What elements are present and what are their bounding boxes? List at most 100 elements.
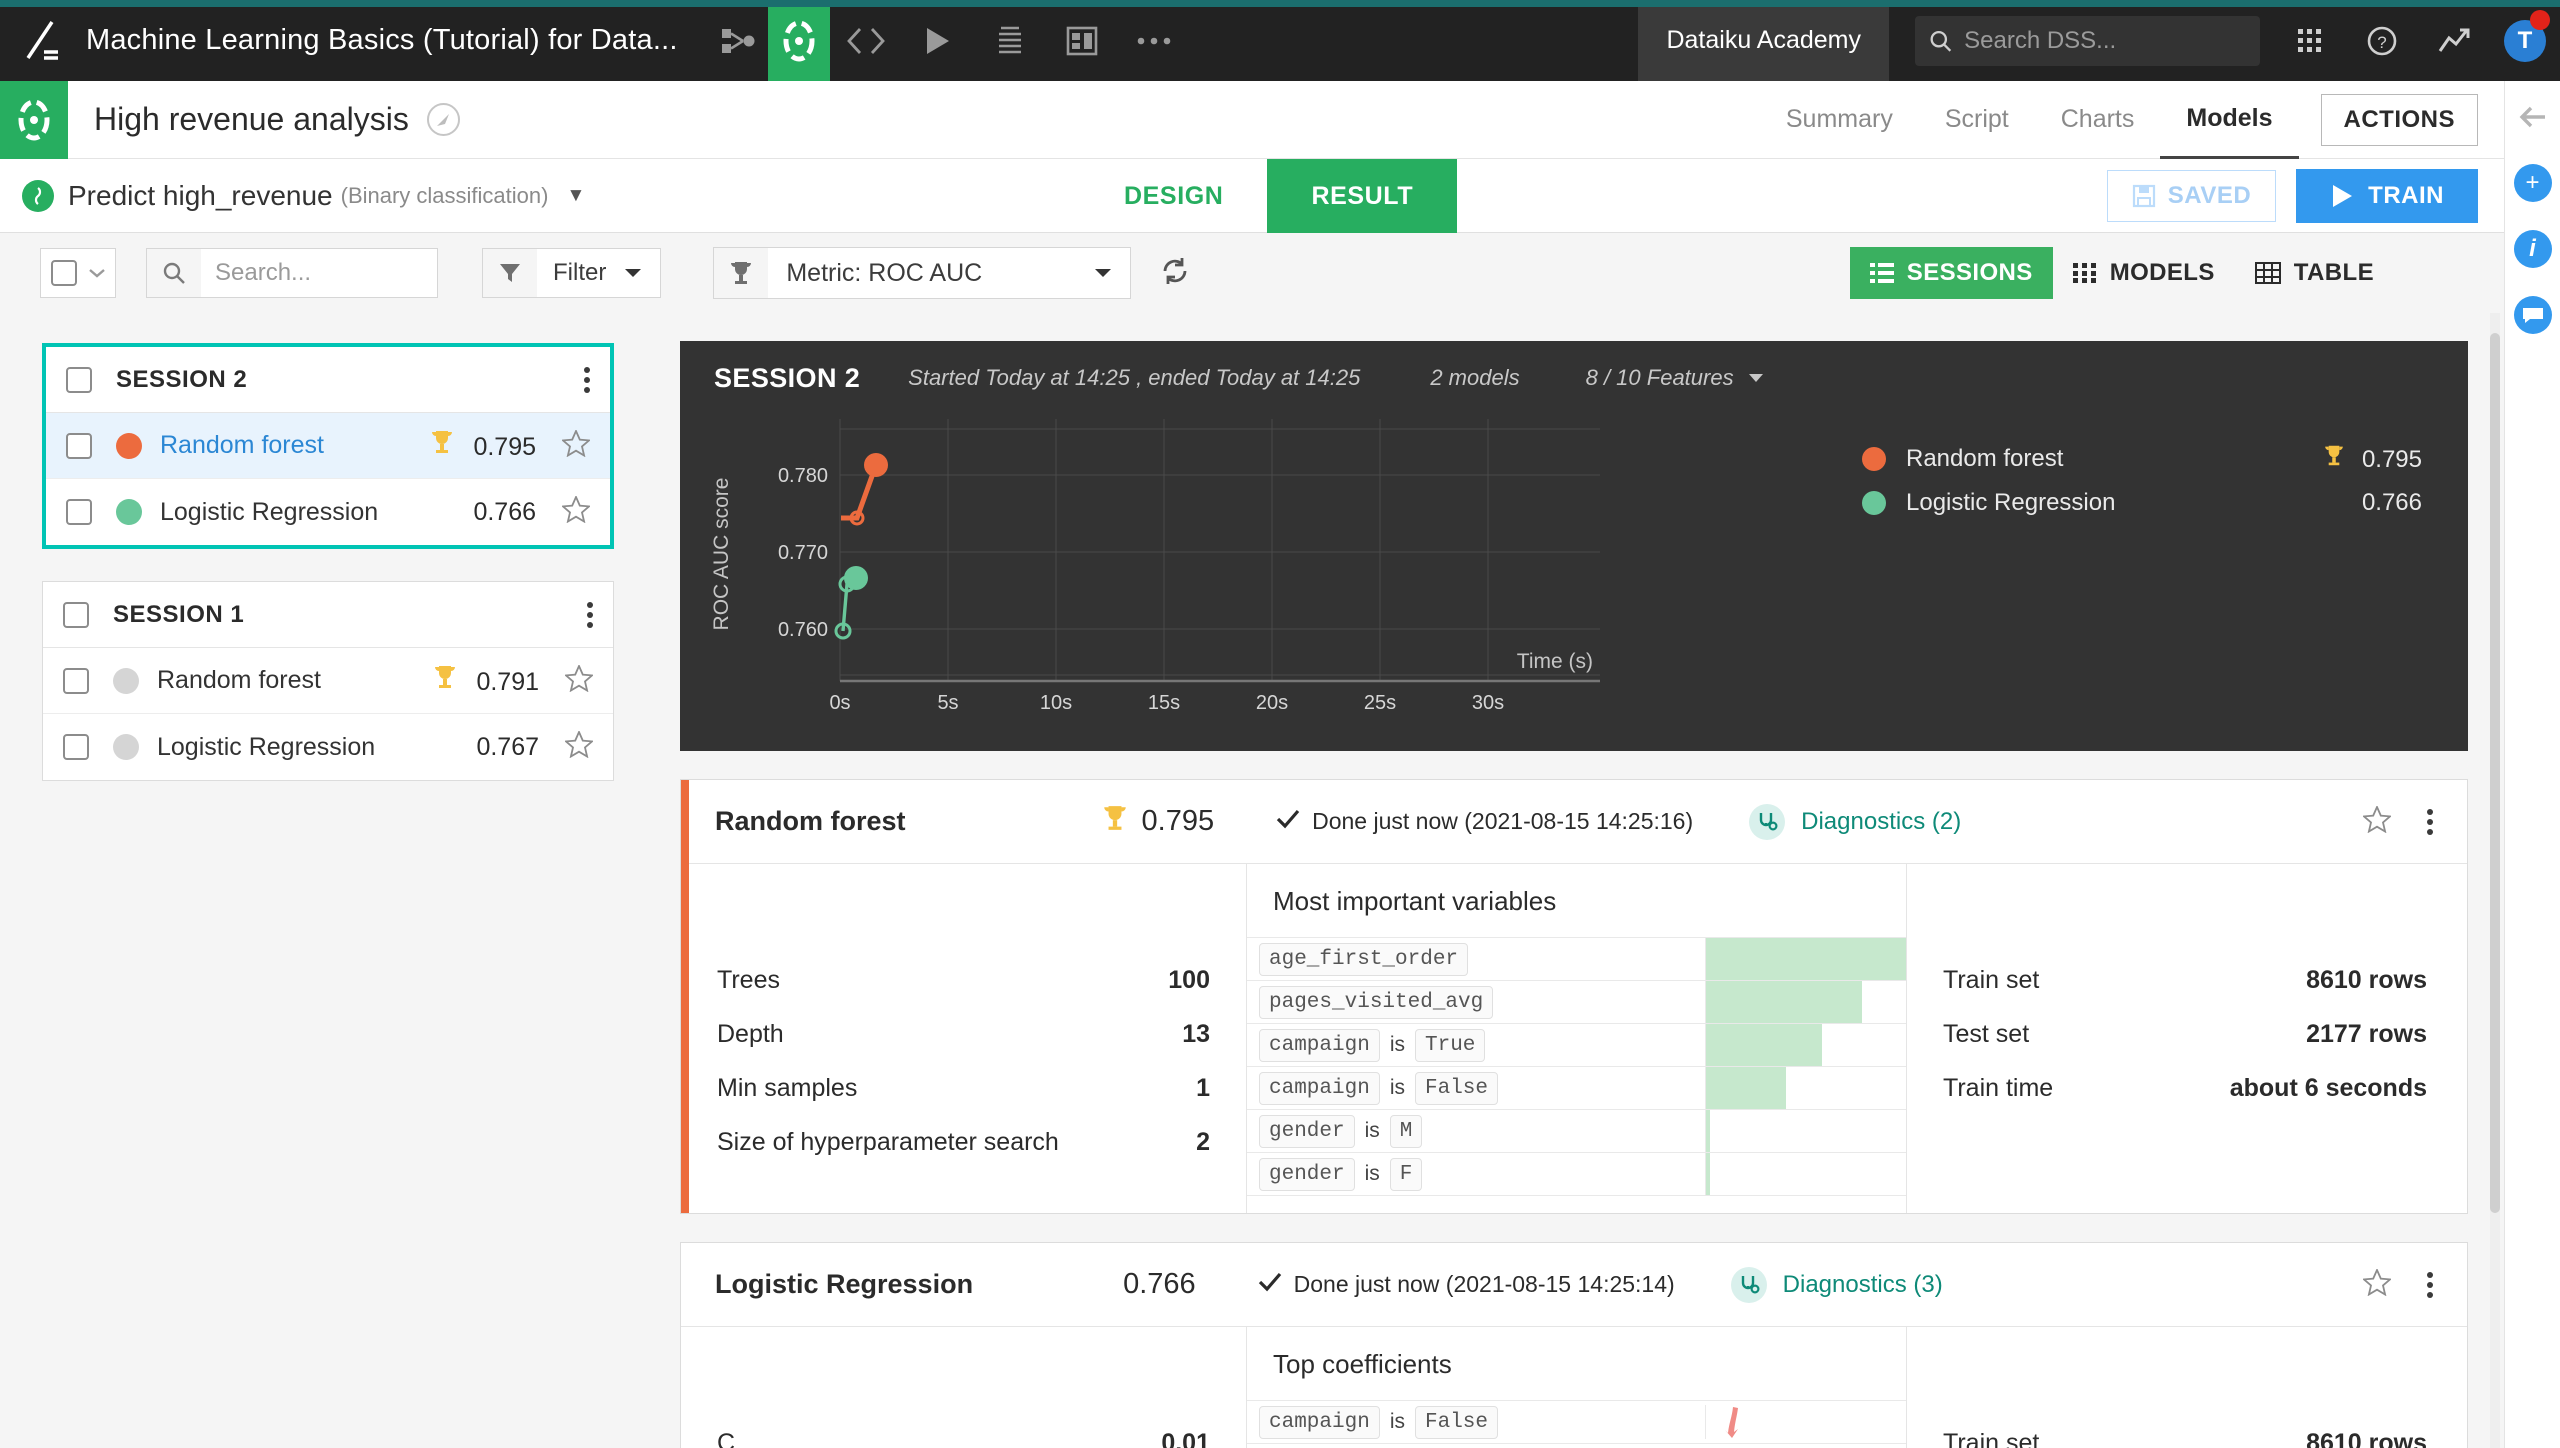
- project-name[interactable]: Machine Learning Basics (Tutorial) for D…: [86, 24, 678, 57]
- model-card-title[interactable]: Random forest: [715, 806, 906, 837]
- variable-bar-area: [1705, 1110, 1906, 1152]
- favorite-star-icon[interactable]: [563, 663, 595, 697]
- search-input[interactable]: [1964, 26, 2246, 55]
- train-button-label: TRAIN: [2368, 181, 2444, 209]
- tab-script[interactable]: Script: [1919, 81, 2035, 159]
- scrollbar-thumb[interactable]: [2490, 333, 2500, 1213]
- lab-icon[interactable]: [767, 0, 830, 81]
- coefficient-value-chip: False: [1415, 1405, 1499, 1439]
- legend-value: 0.795: [2323, 444, 2422, 474]
- model-card-menu-icon[interactable]: [2427, 1268, 2433, 1302]
- models-search-input[interactable]: [201, 259, 437, 287]
- arrow-down-icon: [1725, 1407, 1738, 1438]
- legend-item[interactable]: Random forest 0.795: [1862, 437, 2422, 481]
- variable-importance-column: Most important variables age_first_order…: [1247, 864, 1907, 1213]
- filter-dropdown[interactable]: Filter: [482, 248, 662, 298]
- more-icon[interactable]: [1118, 0, 1190, 81]
- model-score: 0.795: [430, 429, 536, 462]
- view-models-button[interactable]: MODELS: [2053, 247, 2235, 299]
- model-checkbox[interactable]: [63, 734, 89, 760]
- session-model-row[interactable]: Random forest 0.795: [46, 413, 610, 479]
- tab-models[interactable]: Models: [2160, 81, 2299, 159]
- legend-item[interactable]: Logistic Regression 0.766: [1862, 481, 2422, 525]
- diagnostics-link[interactable]: Diagnostics (3): [1730, 1266, 1943, 1303]
- dataiku-home-icon[interactable]: [6, 4, 78, 78]
- session-card[interactable]: SESSION 2 Random forest 0.795 Logistic R…: [42, 343, 614, 549]
- param-row: C 0.01: [717, 1423, 1210, 1448]
- model-name[interactable]: Logistic Regression: [157, 733, 375, 762]
- favorite-star-icon[interactable]: [563, 729, 595, 763]
- select-all-checkbox[interactable]: [51, 260, 77, 286]
- model-params-column: C 0.01 Penalty l2: [681, 1327, 1247, 1448]
- session-card[interactable]: SESSION 1 Random forest 0.791 Logistic R…: [42, 581, 614, 781]
- favorite-star-icon[interactable]: [560, 494, 592, 528]
- session-model-row[interactable]: Logistic Regression 0.767: [43, 714, 613, 780]
- metric-dropdown[interactable]: Metric: ROC AUC: [713, 247, 1132, 299]
- view-sessions-button[interactable]: SESSIONS: [1849, 247, 2053, 299]
- variable-field-chip: campaign: [1259, 1028, 1380, 1062]
- model-card-title[interactable]: Logistic Regression: [715, 1269, 973, 1300]
- diagnostics-link[interactable]: Diagnostics (2): [1749, 803, 1962, 840]
- svg-text:30s: 30s: [1472, 692, 1504, 714]
- dashboard-icon[interactable]: [1046, 0, 1118, 81]
- model-checkbox[interactable]: [63, 667, 89, 694]
- save-disk-icon: [2132, 184, 2155, 207]
- discussions-icon[interactable]: [2511, 293, 2555, 337]
- models-search[interactable]: [146, 248, 438, 298]
- variable-field-chip: age_first_order: [1259, 942, 1469, 976]
- tab-summary[interactable]: Summary: [1760, 81, 1919, 159]
- tab-charts[interactable]: Charts: [2035, 81, 2161, 159]
- legend-color-dot: [1862, 447, 1886, 471]
- variable-row: age_first_order: [1247, 937, 1906, 980]
- session-checkbox[interactable]: [66, 366, 92, 393]
- model-name[interactable]: Logistic Regression: [160, 498, 378, 527]
- academy-button[interactable]: Dataiku Academy: [1638, 0, 1889, 81]
- tab-result[interactable]: RESULT: [1267, 159, 1458, 233]
- jobs-icon[interactable]: [974, 0, 1046, 81]
- select-all-dropdown[interactable]: [40, 248, 116, 298]
- details-info-icon[interactable]: i: [2511, 227, 2555, 271]
- refresh-button[interactable]: [1159, 255, 1191, 292]
- session-model-row[interactable]: Logistic Regression 0.766: [46, 479, 610, 545]
- model-name[interactable]: Random forest: [157, 666, 321, 695]
- model-checkbox[interactable]: [66, 432, 92, 459]
- session-menu-icon[interactable]: [584, 363, 590, 397]
- flow-icon[interactable]: [710, 0, 768, 81]
- model-score: 0.791: [433, 664, 539, 697]
- tab-design[interactable]: DESIGN: [1080, 159, 1267, 233]
- svg-text:0.770: 0.770: [778, 542, 828, 564]
- add-item-icon[interactable]: +: [2511, 161, 2555, 205]
- model-name[interactable]: Random forest: [160, 431, 324, 460]
- session-menu-icon[interactable]: [587, 598, 593, 632]
- page-title: High revenue analysis: [94, 101, 409, 137]
- apps-grid-icon[interactable]: [2274, 0, 2346, 81]
- run-icon[interactable]: [902, 0, 974, 81]
- save-button[interactable]: SAVED: [2106, 169, 2277, 222]
- code-icon[interactable]: [830, 0, 902, 81]
- model-checkbox[interactable]: [66, 499, 92, 525]
- model-card-actions: [2361, 804, 2433, 839]
- train-button[interactable]: TRAIN: [2296, 168, 2478, 223]
- chevron-down-icon[interactable]: ▼: [566, 185, 585, 207]
- favorite-star-icon[interactable]: [2361, 1267, 2393, 1301]
- stat-value: 8610 rows: [2306, 1428, 2427, 1448]
- user-avatar[interactable]: T: [2490, 0, 2560, 81]
- collapse-left-icon[interactable]: [2511, 95, 2555, 139]
- global-search[interactable]: [1915, 15, 2260, 66]
- stethoscope-icon: [1730, 1266, 1767, 1303]
- view-table-button[interactable]: TABLE: [2235, 247, 2394, 299]
- session-checkbox[interactable]: [63, 601, 89, 628]
- model-card-menu-icon[interactable]: [2427, 805, 2433, 839]
- legend-label: Random forest: [1906, 445, 2064, 472]
- prediction-target-label[interactable]: Predict high_revenue: [68, 180, 333, 212]
- diagnostics-label: Diagnostics (2): [1801, 807, 1962, 835]
- session-model-row[interactable]: Random forest 0.791: [43, 648, 613, 714]
- help-icon[interactable]: ?: [2346, 0, 2418, 81]
- actions-button[interactable]: ACTIONS: [2320, 93, 2478, 146]
- activity-icon[interactable]: [2418, 0, 2490, 81]
- favorite-star-icon[interactable]: [560, 428, 592, 462]
- results-main: SESSION 2 Started Today at 14:25 , ended…: [660, 313, 2504, 1448]
- chart-features-dropdown[interactable]: 8 / 10 Features: [1586, 365, 1764, 391]
- svg-text:10s: 10s: [1040, 692, 1072, 714]
- favorite-star-icon[interactable]: [2361, 804, 2393, 838]
